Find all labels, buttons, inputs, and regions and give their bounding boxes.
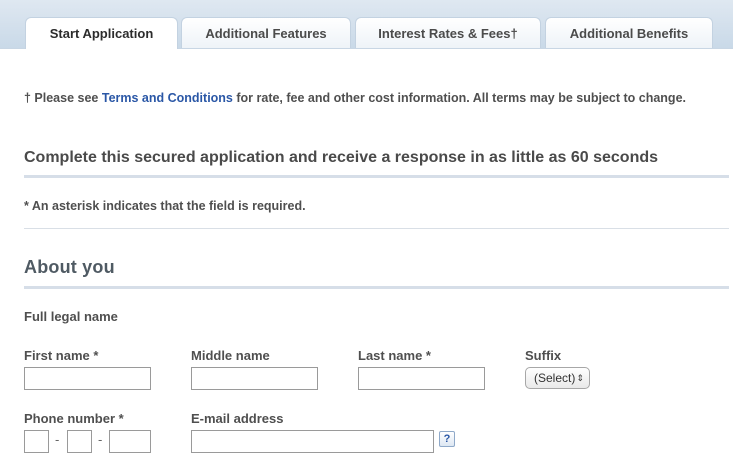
required-field-note: * An asterisk indicates that the field i… [24, 199, 306, 213]
help-icon[interactable]: ? [439, 431, 455, 447]
email-field[interactable] [191, 430, 434, 453]
phone-separator: - [55, 432, 60, 447]
first-name-label: First name * [24, 348, 99, 363]
tab-additional-benefits[interactable]: Additional Benefits [545, 17, 713, 48]
divider [24, 286, 729, 289]
suffix-select[interactable]: (Select) ⇕ [525, 367, 590, 389]
full-legal-name-label: Full legal name [24, 309, 118, 324]
middle-name-label: Middle name [191, 348, 270, 363]
middle-name-field[interactable] [191, 367, 318, 390]
divider [24, 228, 729, 229]
phone-number-label: Phone number * [24, 411, 124, 426]
phone-prefix-field[interactable] [67, 430, 92, 453]
suffix-label: Suffix [525, 348, 562, 363]
tab-interest-rates-fees[interactable]: Interest Rates & Fees† [355, 17, 541, 48]
tab-start-application[interactable]: Start Application [25, 17, 178, 49]
section-title-about-you: About you [24, 257, 115, 277]
terms-note: † Please see Terms and Conditions for ra… [24, 91, 714, 105]
terms-and-conditions-link[interactable]: Terms and Conditions [102, 91, 233, 105]
last-name-field[interactable] [358, 367, 485, 390]
suffix-selected-value: (Select) [534, 371, 576, 385]
terms-note-prefix: † Please see [24, 91, 102, 105]
tab-additional-features[interactable]: Additional Features [181, 17, 351, 48]
terms-note-suffix: for rate, fee and other cost information… [232, 91, 686, 105]
divider [24, 175, 729, 178]
email-address-label: E-mail address [191, 411, 284, 426]
select-arrows-icon: ⇕ [576, 373, 584, 383]
phone-area-code-field[interactable] [24, 430, 49, 453]
tab-bar: Start Application Additional Features In… [0, 0, 733, 49]
application-headline: Complete this secured application and re… [24, 149, 659, 166]
phone-separator: - [98, 432, 103, 447]
last-name-label: Last name * [358, 348, 431, 363]
first-name-field[interactable] [24, 367, 151, 390]
phone-line-field[interactable] [109, 430, 151, 453]
